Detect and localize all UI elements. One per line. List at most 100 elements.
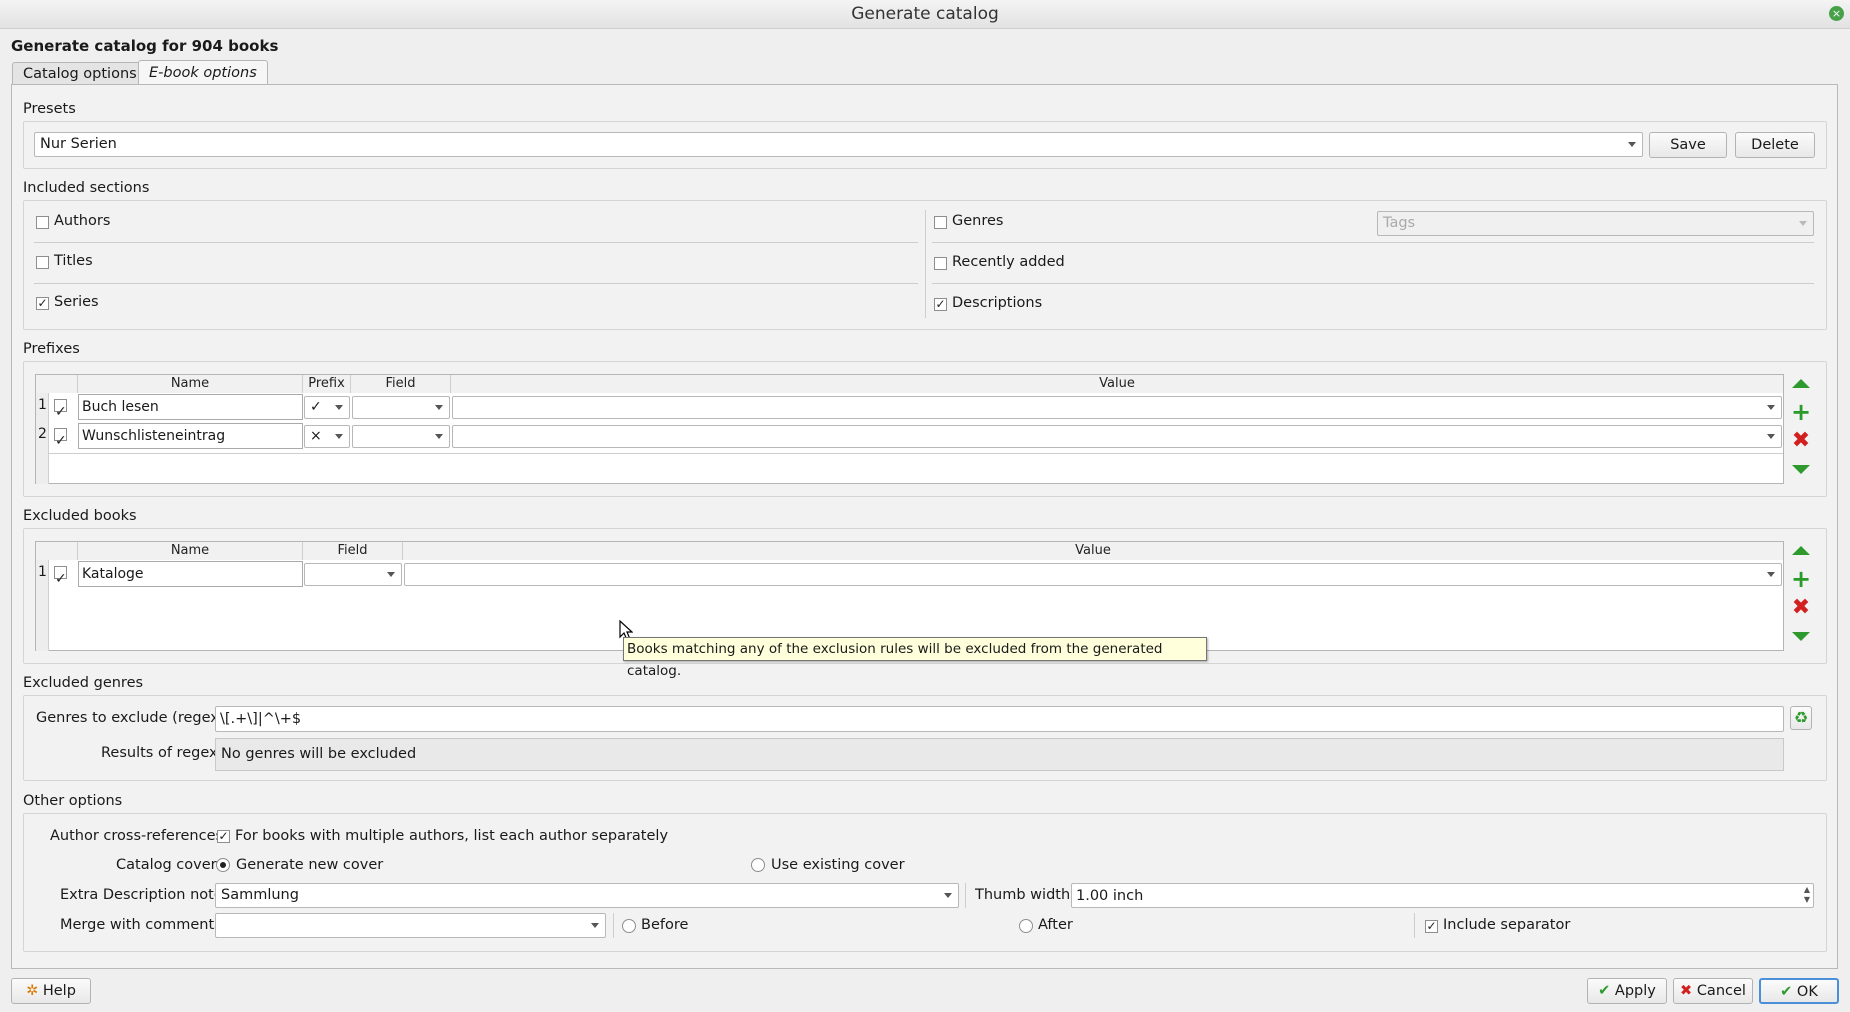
move-down-button[interactable] — [1789, 626, 1813, 648]
merge-comments-select[interactable] — [215, 913, 606, 938]
presets-title: Presets — [23, 101, 76, 117]
excluded-books-table: Name Field Value 1 ✓ Kataloge — [35, 541, 1784, 651]
titles-label: Titles — [54, 253, 93, 269]
divider — [1414, 913, 1415, 938]
help-lifebuoy-icon: ✲ — [26, 983, 39, 999]
extra-description-select[interactable]: Sammlung — [215, 883, 959, 908]
thumb-width-spinbox[interactable]: 1.00 inch ▲ ▼ — [1071, 883, 1814, 908]
delete-exclusion-rule-button[interactable]: ✖ — [1789, 597, 1813, 619]
regex-results-output: No genres will be excluded — [215, 738, 1784, 771]
column-header-name[interactable]: Name — [78, 375, 303, 393]
window-titlebar: Generate catalog × — [0, 0, 1850, 29]
generate-new-cover-radio[interactable] — [216, 858, 230, 872]
column-header-field[interactable]: Field — [303, 542, 403, 560]
presets-select[interactable]: Nur Serien — [34, 132, 1643, 157]
divider — [965, 883, 966, 908]
merge-before-radio[interactable] — [622, 919, 636, 933]
chevron-down-icon — [435, 434, 443, 439]
prefix-value-select[interactable] — [452, 425, 1782, 448]
row-enabled-checkbox[interactable]: ✓ — [54, 428, 67, 449]
row-enabled-checkbox[interactable]: ✓ — [54, 566, 67, 587]
chevron-down-icon — [335, 434, 343, 439]
author-xref-label: Author cross-references: — [50, 828, 228, 844]
add-exclusion-rule-button[interactable]: + — [1789, 565, 1813, 593]
table-corner — [36, 375, 78, 393]
divider — [613, 913, 614, 938]
reset-regex-button[interactable]: ♻ — [1790, 706, 1812, 730]
catalog-cover-label: Catalog cover: — [116, 857, 222, 873]
apply-button[interactable]: ✔ Apply — [1587, 978, 1667, 1004]
divider — [34, 242, 918, 243]
move-up-button[interactable] — [1789, 373, 1813, 395]
extra-description-label: Extra Description note: — [60, 887, 228, 903]
preset-delete-button[interactable]: Delete — [1735, 132, 1815, 158]
prefix-symbol-select[interactable]: × — [304, 425, 350, 448]
recently-added-label: Recently added — [952, 254, 1065, 270]
exclusion-tooltip: Books matching any of the exclusion rule… — [623, 637, 1207, 679]
apply-button-label: Apply — [1614, 983, 1656, 999]
author-xref-option-label: For books with multiple authors, list ea… — [235, 828, 669, 844]
author-xref-checkbox[interactable]: ✓ — [217, 830, 230, 843]
tab-ebook-options[interactable]: E-book options — [138, 60, 268, 85]
divider — [932, 283, 1814, 284]
chevron-down-icon — [591, 923, 599, 928]
table-corner — [36, 542, 78, 560]
column-header-prefix[interactable]: Prefix — [303, 375, 351, 393]
arrow-down-icon — [1792, 632, 1810, 641]
regex-results-label: Results of regex: — [101, 745, 223, 761]
exclusion-name-input[interactable]: Kataloge — [78, 561, 303, 587]
prefix-name-input[interactable]: Wunschlisteneintrag — [78, 423, 303, 449]
column-header-name[interactable]: Name — [78, 542, 303, 560]
recently-added-checkbox[interactable] — [934, 257, 947, 270]
recycle-icon: ♻ — [1793, 708, 1809, 727]
preset-save-button[interactable]: Save — [1649, 132, 1727, 158]
use-existing-cover-radio[interactable] — [751, 858, 765, 872]
arrow-down-icon — [1792, 465, 1810, 474]
chevron-down-icon — [1799, 221, 1807, 226]
help-button[interactable]: ✲ Help — [11, 978, 91, 1004]
ok-button[interactable]: ✔ OK — [1759, 978, 1839, 1004]
row-enabled-checkbox[interactable]: ✓ — [54, 399, 67, 420]
chevron-down-icon — [1767, 405, 1775, 410]
delete-x-icon: ✖ — [1791, 428, 1811, 453]
prefix-field-select[interactable] — [352, 396, 450, 419]
excluded-books-title: Excluded books — [23, 508, 137, 524]
prefix-field-select[interactable] — [352, 425, 450, 448]
divider — [932, 242, 1814, 243]
move-up-button[interactable] — [1789, 540, 1813, 562]
cancel-button[interactable]: ✖ Cancel — [1673, 978, 1753, 1004]
tab-catalog-options[interactable]: Catalog options — [12, 62, 148, 85]
generate-new-cover-label: Generate new cover — [236, 857, 384, 873]
delete-prefix-rule-button[interactable]: ✖ — [1789, 430, 1813, 452]
include-separator-checkbox[interactable]: ✓ — [1425, 920, 1438, 933]
close-icon[interactable]: × — [1829, 6, 1844, 21]
series-label: Series — [54, 294, 99, 310]
exclusion-value-select[interactable] — [404, 563, 1782, 586]
divider — [49, 453, 1783, 454]
chevron-down-icon — [335, 405, 343, 410]
prefix-symbol-select[interactable]: ✓ — [304, 396, 350, 419]
prefix-value-select[interactable] — [452, 396, 1782, 419]
column-header-value[interactable]: Value — [451, 375, 1783, 393]
excluded-genres-title: Excluded genres — [23, 675, 144, 691]
add-prefix-rule-button[interactable]: + — [1789, 400, 1813, 424]
spinner-arrows-icon[interactable]: ▲ ▼ — [1804, 885, 1810, 905]
column-header-field[interactable]: Field — [351, 375, 451, 393]
extra-description-value: Sammlung — [221, 887, 299, 903]
prefix-name-input[interactable]: Buch lesen — [78, 394, 303, 420]
genres-source-select[interactable]: Tags — [1377, 211, 1814, 236]
series-checkbox[interactable]: ✓ — [36, 297, 49, 310]
column-header-value[interactable]: Value — [403, 542, 1783, 560]
plus-icon: + — [1790, 565, 1812, 593]
exclusion-field-select[interactable] — [304, 563, 402, 586]
move-down-button[interactable] — [1789, 459, 1813, 481]
descriptions-checkbox[interactable]: ✓ — [934, 298, 947, 311]
authors-checkbox[interactable] — [36, 216, 49, 229]
window-title: Generate catalog — [851, 4, 999, 24]
dialog-heading: Generate catalog for 904 books — [11, 37, 279, 55]
genres-regex-input[interactable]: \[.+\]|^\+$ — [215, 706, 1784, 732]
row-number: 2 — [38, 426, 47, 442]
genres-checkbox[interactable] — [934, 216, 947, 229]
titles-checkbox[interactable] — [36, 256, 49, 269]
merge-after-radio[interactable] — [1019, 919, 1033, 933]
